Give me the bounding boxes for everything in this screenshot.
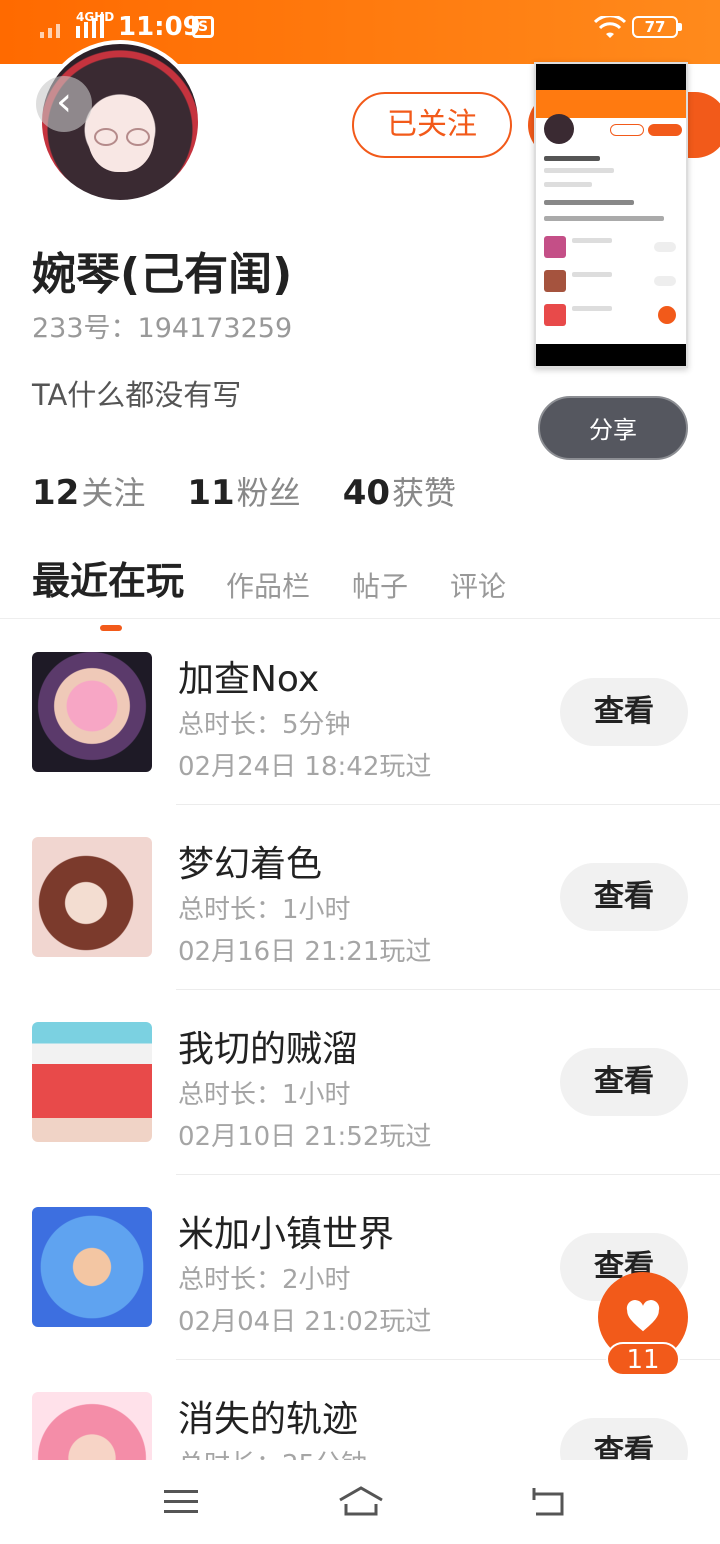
list-item[interactable]: 加查Nox 总时长：5分钟 02月24日 18:42玩过 查看: [0, 620, 720, 805]
network-type: 4GHD: [76, 10, 115, 24]
system-nav-bar: [0, 1460, 720, 1544]
profile-name: 婉琴(己有闺): [32, 249, 293, 300]
profile-stats: 12关注 11粉丝 40获赞: [32, 468, 456, 514]
game-last-played: 02月10日 21:52玩过: [178, 1122, 432, 1152]
clock: 11:09: [118, 12, 201, 42]
follow-button[interactable]: 已关注: [352, 92, 512, 158]
game-title: 消失的轨迹: [178, 1399, 359, 1440]
game-duration: 总时长：1小时: [178, 1080, 351, 1110]
stat-followers[interactable]: 11粉丝: [187, 468, 300, 514]
home-icon[interactable]: [336, 1482, 386, 1522]
menu-icon[interactable]: [158, 1482, 204, 1522]
tab-comments[interactable]: 评论: [450, 565, 506, 605]
stat-following[interactable]: 12关注: [32, 468, 145, 514]
game-icon[interactable]: [32, 1207, 152, 1327]
list-item[interactable]: 我切的贼溜 总时长：1小时 02月10日 21:52玩过 查看: [0, 990, 720, 1175]
game-title: 梦幻着色: [178, 844, 323, 885]
game-duration: 总时长：5分钟: [178, 710, 351, 740]
game-last-played: 02月16日 21:21玩过: [178, 937, 432, 967]
alarm-icon: S: [192, 16, 214, 38]
back-icon[interactable]: ‹: [36, 76, 92, 132]
wifi-icon: [594, 16, 626, 38]
game-icon[interactable]: [32, 837, 152, 957]
stat-likes: 40获赞: [342, 473, 457, 513]
like-count-badge: 11: [606, 1342, 680, 1376]
game-icon[interactable]: [32, 1392, 152, 1460]
game-duration: 总时长：1小时: [178, 895, 351, 925]
screenshot-preview[interactable]: [534, 62, 688, 368]
heart-icon: [626, 1300, 660, 1332]
tab-works[interactable]: 作品栏: [226, 565, 310, 605]
view-button[interactable]: 查看: [560, 863, 688, 931]
tab-recently-played[interactable]: 最近在玩: [32, 550, 184, 631]
game-icon[interactable]: [32, 1022, 152, 1142]
game-title: 米加小镇世界: [178, 1214, 395, 1255]
game-icon[interactable]: [32, 652, 152, 772]
list-item[interactable]: 梦幻着色 总时长：1小时 02月16日 21:21玩过 查看: [0, 805, 720, 990]
view-button[interactable]: 查看: [560, 678, 688, 746]
back-nav-icon[interactable]: [526, 1482, 572, 1522]
view-button[interactable]: 查看: [560, 1048, 688, 1116]
game-duration: 总时长：2小时: [178, 1265, 351, 1295]
profile-bio: TA什么都没有写: [32, 378, 242, 412]
game-duration: 总时长：25分钟: [178, 1444, 367, 1460]
profile-uid: 233号：194173259: [32, 313, 293, 344]
tab-posts[interactable]: 帖子: [352, 565, 408, 605]
game-last-played: 02月04日 21:02玩过: [178, 1307, 432, 1337]
game-title: 加查Nox: [178, 659, 320, 700]
game-title: 我切的贼溜: [178, 1029, 359, 1070]
tab-bar: 最近在玩 作品栏 帖子 评论: [32, 550, 506, 631]
divider: [0, 618, 720, 619]
list-item[interactable]: 消失的轨迹 总时长：25分钟 查看: [0, 1360, 720, 1460]
view-button[interactable]: 查看: [560, 1418, 688, 1460]
game-last-played: 02月24日 18:42玩过: [178, 752, 432, 782]
share-button[interactable]: 分享: [538, 396, 688, 460]
battery-icon: 77: [632, 16, 682, 38]
